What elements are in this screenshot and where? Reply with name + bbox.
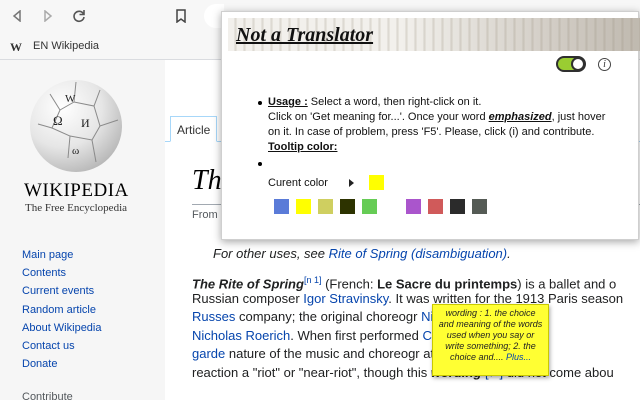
paragraph-line: The Rite of Spring[n 1] (French: Le Sacr… — [192, 271, 640, 291]
tooltip-more-link[interactable]: Plus... — [506, 352, 531, 362]
popup-banner: Not a Translator — [228, 18, 640, 51]
color-swatch[interactable] — [274, 199, 289, 214]
color-swatch[interactable] — [340, 199, 355, 214]
sidebar-item-random-article[interactable]: Random article — [22, 303, 102, 321]
color-swatch[interactable] — [472, 199, 487, 214]
extension-popup: Not a Translator i Usage : Select a word… — [221, 11, 640, 240]
popup-title: Not a Translator — [236, 24, 374, 46]
color-swatch[interactable] — [450, 199, 465, 214]
bullet-tooltip-color — [258, 162, 262, 166]
svg-text:ω: ω — [72, 145, 79, 157]
wikipedia-wordmark: WIKIPEDIA — [24, 180, 129, 201]
article-link[interactable]: Russes — [192, 309, 235, 324]
article-text[interactable]: [n 1] — [304, 275, 322, 285]
hatnote-link[interactable]: Rite of Spring (disambiguation) — [329, 246, 507, 261]
tab-article[interactable]: Article — [170, 116, 218, 142]
reload-icon[interactable] — [70, 7, 88, 25]
svg-text:W: W — [65, 93, 76, 105]
usage-heading: Usage : — [268, 96, 308, 108]
from-line: From — [192, 209, 218, 221]
article-link[interactable]: Igor Stravinsky — [303, 291, 388, 306]
usage-text-1: Select a word, then right-click on it. — [307, 96, 482, 108]
hatnote-prefix: For other uses, see — [213, 246, 329, 261]
sidebar-nav: Main page Contents Current events Random… — [22, 248, 102, 375]
wikipedia-favicon-icon: W — [10, 40, 22, 54]
banner-shade — [400, 18, 640, 51]
article-paragraph: The Rite of Spring[n 1] (French: Le Sacr… — [192, 271, 640, 383]
paragraph-line: Russian composer Igor Stravinsky. It was… — [192, 290, 640, 309]
article-text: nature of the music and choreogr — [225, 346, 420, 362]
usage-text-2: Click on 'Get meaning for...'. Once your… — [268, 111, 489, 123]
article-link[interactable]: garde — [192, 346, 225, 361]
sidebar-item-contact[interactable]: Contact us — [22, 339, 102, 357]
current-color-label: Curent color — [268, 177, 328, 189]
sidebar-heading-contribute[interactable]: Contribute — [22, 391, 73, 400]
svg-text:Ω: Ω — [53, 113, 63, 128]
paragraph-line: Nicholas Roerich. When first performed C… — [192, 327, 640, 346]
color-swatch[interactable] — [318, 199, 333, 214]
definition-tooltip: wording : 1. the choice and meaning of t… — [432, 304, 549, 376]
wikipedia-globe-logo-icon[interactable]: W Ω И ω — [30, 80, 122, 172]
color-swatch[interactable] — [362, 199, 377, 214]
article-text: . When first performed — [290, 327, 419, 343]
paragraph-line: Russes company; the original choreogr Ni… — [192, 308, 640, 327]
hatnote-suffix: . — [507, 246, 511, 261]
toggle-knob — [571, 57, 585, 71]
color-swatch[interactable] — [296, 199, 311, 214]
paragraph-line: garde nature of the music and choreogr a… — [192, 345, 640, 364]
usage-section: Usage : Select a word, then right-click … — [268, 95, 608, 155]
hatnote: For other uses, see Rite of Spring (disa… — [213, 246, 511, 261]
color-swatch[interactable] — [384, 199, 399, 214]
bullet-usage — [258, 101, 262, 105]
enable-toggle[interactable] — [556, 56, 586, 72]
article-text: Russian composer — [192, 290, 304, 306]
sidebar-item-about[interactable]: About Wikipedia — [22, 321, 102, 339]
sidebar-item-donate[interactable]: Donate — [22, 357, 102, 375]
forward-icon[interactable] — [39, 7, 57, 25]
sidebar-item-contents[interactable]: Contents — [22, 266, 102, 284]
article-text: reaction a "riot" or "near-riot", though… — [192, 364, 431, 380]
current-color-swatch — [369, 175, 384, 190]
paragraph-line: reaction a "riot" or "near-riot", though… — [192, 364, 640, 383]
wikipedia-tagline: The Free Encyclopedia — [25, 202, 128, 214]
tooltip-color-heading: Tooltip color: — [268, 141, 338, 153]
bookmark-star-icon[interactable] — [172, 7, 190, 25]
article-text: company; the original choreogr — [235, 309, 418, 325]
caret-right-icon — [349, 179, 354, 187]
bookmark-en-wikipedia[interactable]: EN Wikipedia — [33, 40, 99, 52]
page-title: Th — [192, 165, 222, 196]
color-swatch[interactable] — [428, 199, 443, 214]
sidebar-item-main-page[interactable]: Main page — [22, 248, 102, 266]
sidebar-item-current-events[interactable]: Current events — [22, 284, 102, 302]
article-link[interactable]: Nicholas Roerich — [192, 328, 290, 343]
back-icon[interactable] — [8, 7, 26, 25]
svg-text:И: И — [81, 116, 90, 130]
color-swatch[interactable] — [406, 199, 421, 214]
info-icon[interactable]: i — [598, 58, 611, 71]
usage-emphasized: emphasized — [488, 111, 552, 123]
